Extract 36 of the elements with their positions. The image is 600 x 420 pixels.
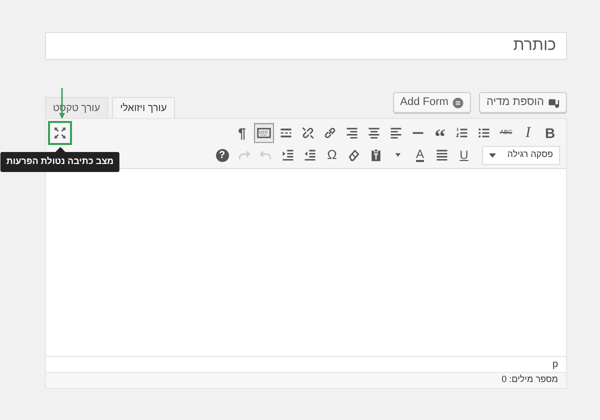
editor-tab[interactable]: עורך ויזואלי	[112, 97, 175, 118]
bulleted-list-icon	[477, 126, 491, 140]
italic-button[interactable]: I	[518, 123, 538, 143]
undo-icon	[259, 148, 273, 162]
clipboard-icon	[369, 148, 383, 162]
text-direction-button[interactable]: ¶	[232, 123, 252, 143]
align-right-icon	[345, 126, 359, 140]
add-media-button[interactable]: הוספת מדיה	[479, 92, 567, 113]
tooltip: מצב כתיבה נטולת הפרעות	[0, 147, 120, 172]
underline-button[interactable]: U	[454, 145, 474, 165]
indent-icon	[281, 148, 295, 162]
help-button[interactable]: ?	[212, 145, 232, 165]
add-form-button[interactable]: Add Form	[393, 92, 472, 113]
bold-button[interactable]: B	[540, 123, 560, 143]
form-icon	[452, 96, 464, 108]
fullscreen-icon	[53, 126, 67, 140]
read-more-icon	[279, 126, 293, 140]
justify-icon	[435, 148, 449, 162]
title-field[interactable]: כותרת	[45, 32, 567, 60]
special-character-button[interactable]: Ω	[322, 145, 342, 165]
align-center-icon	[367, 126, 381, 140]
camera-music-icon	[548, 96, 560, 108]
numbered-list-icon	[455, 126, 469, 140]
format-dropdown[interactable]: פסקה רגילה	[482, 146, 560, 164]
outdent-icon	[303, 148, 317, 162]
word-count: מספר מילים: 0	[46, 372, 566, 388]
blockquote-button[interactable]: “	[430, 123, 450, 143]
redo-icon	[237, 148, 251, 162]
toolbar-toggle-button[interactable]	[254, 123, 274, 143]
keyboard-icon	[257, 126, 271, 140]
text-color-button[interactable]: A	[410, 145, 430, 165]
align-left-icon	[389, 126, 403, 140]
unlink-icon	[301, 126, 315, 140]
link-icon	[323, 126, 337, 140]
caret-icon	[489, 152, 496, 158]
eraser-icon	[347, 148, 361, 162]
